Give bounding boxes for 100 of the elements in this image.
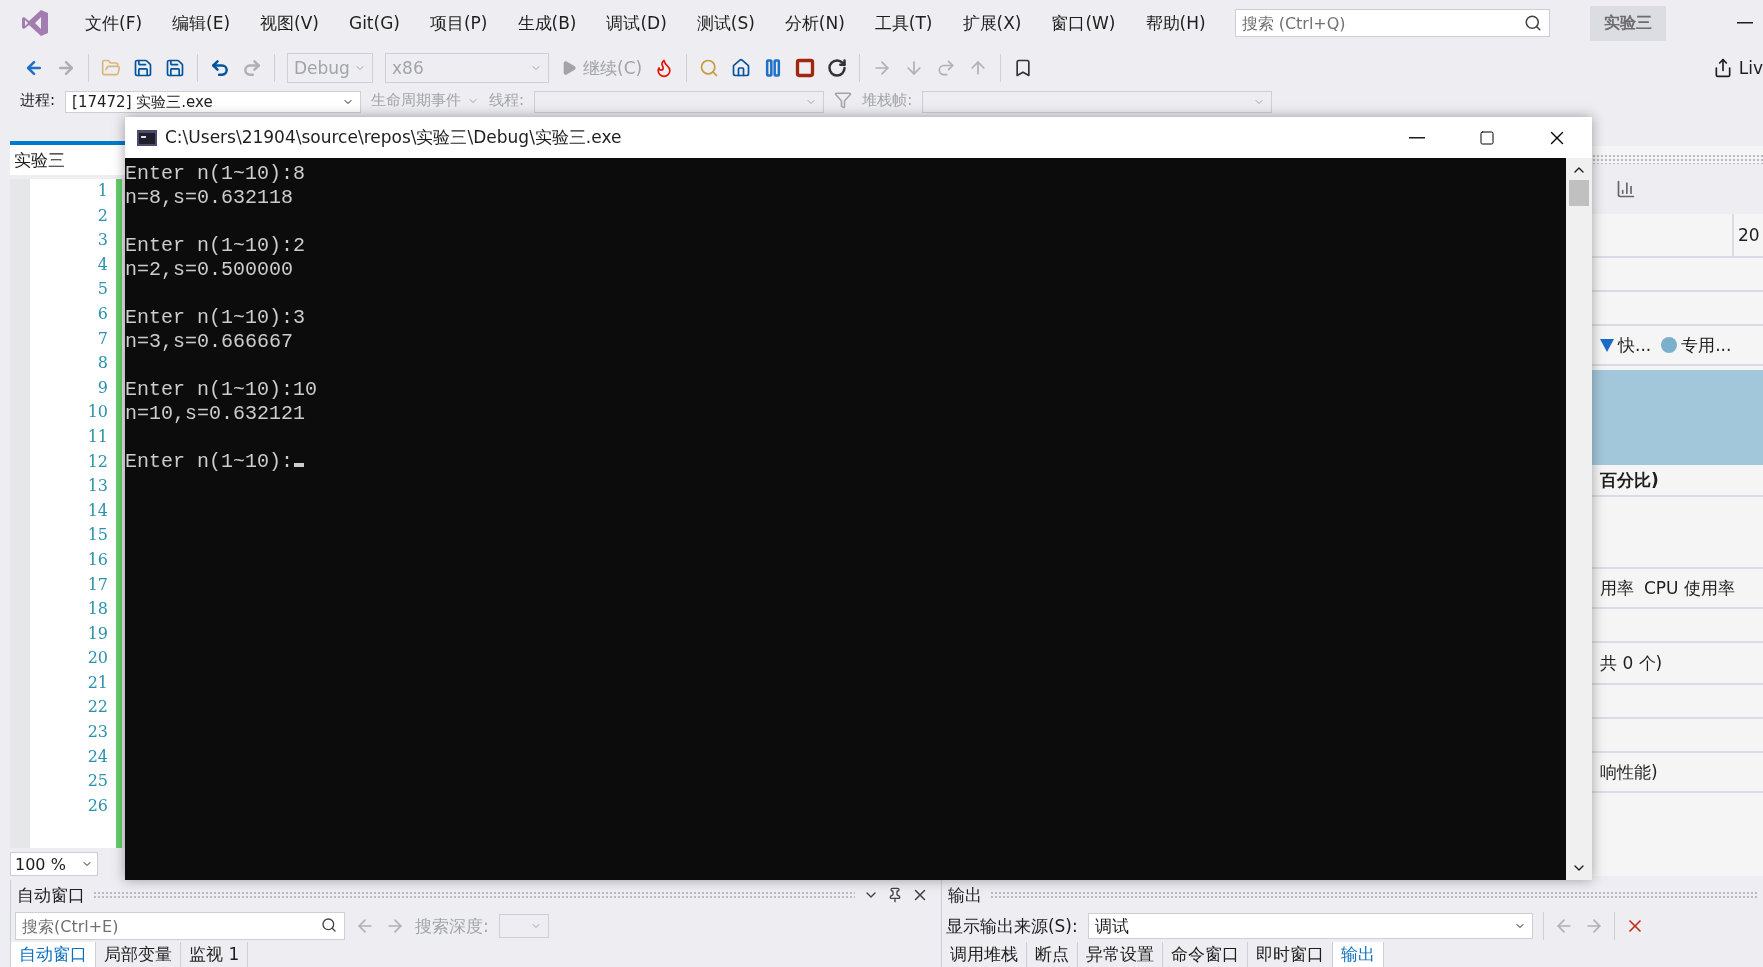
tab[interactable]: 局部变量 <box>96 942 181 967</box>
console-line: Enter n(1~10):3 <box>125 306 306 330</box>
line-number: 26 <box>86 795 109 817</box>
tab[interactable]: 输出 <box>1332 942 1384 967</box>
line-number: 3 <box>96 230 109 252</box>
redo-icon[interactable] <box>242 58 262 78</box>
window-title: C:\Users\21904\source\repos\实验三\Debug\实验三.exe <box>165 126 622 149</box>
scroll-thumb[interactable] <box>1569 180 1589 206</box>
menu-item[interactable]: 扩展(X) <box>947 11 1037 35</box>
legend-label: 专用... <box>1681 333 1732 357</box>
text-cursor <box>294 463 305 467</box>
step-over-icon[interactable] <box>936 58 957 78</box>
line-number: 25 <box>86 771 109 793</box>
column-header: CPU 使用率 <box>1644 576 1735 600</box>
line-number: 13 <box>86 476 109 498</box>
line-number: 10 <box>86 402 109 424</box>
line-number: 7 <box>96 328 109 350</box>
line-number: 4 <box>96 254 109 276</box>
menu-item[interactable]: 帮助(H) <box>1130 11 1221 35</box>
minimize-icon <box>1409 136 1425 139</box>
legend-label: 快... <box>1618 333 1652 357</box>
line-number: 12 <box>86 451 109 473</box>
menu-item[interactable]: 调试(D) <box>591 11 682 35</box>
output-source-dropdown[interactable]: 调试 <box>1087 913 1533 939</box>
share-button[interactable]: Liv <box>1712 58 1763 78</box>
thread-label: 线程: <box>489 91 525 110</box>
minimize-icon[interactable] <box>1737 22 1753 24</box>
menu-item[interactable]: 窗口(W) <box>1036 11 1131 35</box>
note-text: 响性能) <box>1600 760 1658 784</box>
line-number: 14 <box>86 500 109 522</box>
tab[interactable]: 监视 1 <box>181 942 249 967</box>
console-line: Enter n(1~10):10 <box>125 378 318 402</box>
console-line: Enter n(1~10):8 <box>125 162 306 186</box>
menu-item[interactable]: 测试(S) <box>681 11 770 35</box>
solution-name: 实验三 <box>1589 5 1666 41</box>
count-label: 共 0 个) <box>1600 651 1663 675</box>
menu-item[interactable]: 视图(V) <box>245 11 334 35</box>
line-number: 15 <box>86 525 109 547</box>
home-icon[interactable] <box>731 58 752 78</box>
timeline-label: 20 <box>1732 214 1763 256</box>
maximize-icon <box>1479 129 1495 146</box>
menu-item[interactable]: 生成(B) <box>502 11 592 35</box>
line-number: 24 <box>86 746 109 768</box>
search-icon <box>1523 14 1542 32</box>
filter-icon[interactable] <box>834 91 853 109</box>
line-number: 21 <box>86 672 109 694</box>
tab[interactable]: 调用堆栈 <box>941 942 1027 967</box>
console-line: n=3,s=0.666667 <box>125 330 294 354</box>
line-number: 6 <box>96 303 109 325</box>
tab[interactable]: 即时窗口 <box>1247 942 1333 967</box>
line-number: 20 <box>86 648 109 670</box>
process-label: 进程: <box>20 91 56 110</box>
panel-title: 自动窗口 <box>17 883 85 907</box>
tab[interactable]: 自动窗口 <box>11 942 96 967</box>
output-source-label: 显示输出来源(S): <box>945 914 1078 938</box>
search-depth-label: 搜索深度: <box>415 914 489 938</box>
solution-tab[interactable]: 实验三 <box>10 141 125 175</box>
stop-icon[interactable] <box>795 58 816 78</box>
menu-item[interactable]: 文件(F) <box>70 11 158 35</box>
undo-icon[interactable] <box>210 58 230 78</box>
menu-item[interactable]: 项目(P) <box>414 11 503 35</box>
line-number: 11 <box>86 426 109 448</box>
console-line: Enter n(1~10):2 <box>125 234 306 258</box>
console-icon <box>137 129 157 146</box>
restart-icon[interactable] <box>827 58 848 78</box>
panel-title: 输出 <box>947 883 982 907</box>
line-number: 1 <box>96 181 109 202</box>
scrollbar[interactable] <box>1566 158 1592 880</box>
line-number: 5 <box>96 279 109 301</box>
search-icon <box>321 917 337 933</box>
line-number: 8 <box>96 353 109 375</box>
menu-item[interactable]: 分析(N) <box>769 11 860 35</box>
chart-icon[interactable] <box>1616 179 1636 199</box>
search-field[interactable]: 搜索 (Ctrl+Q) <box>1234 9 1550 37</box>
console-line: n=2,s=0.500000 <box>125 258 294 282</box>
search-field[interactable]: 搜索(Ctrl+E) <box>15 912 345 940</box>
console-line: n=8,s=0.632118 <box>125 186 294 210</box>
zoom-dropdown[interactable]: 100 % <box>10 852 98 876</box>
stack-frame-label: 堆栈帧: <box>862 91 913 110</box>
line-number: 18 <box>86 599 109 621</box>
line-number: 23 <box>86 722 109 744</box>
menu-item[interactable]: Git(G) <box>333 13 415 33</box>
line-number: 2 <box>96 205 109 227</box>
save-icon[interactable] <box>133 58 153 78</box>
console-line: n=10,s=0.632121 <box>125 402 306 426</box>
column-header: 用率 <box>1600 576 1634 600</box>
tab[interactable]: 命令窗口 <box>1162 942 1248 967</box>
find-icon[interactable] <box>699 58 720 78</box>
line-number: 17 <box>86 574 109 596</box>
process-dropdown[interactable]: [17472] 实验三.exe <box>65 91 362 113</box>
menu-item[interactable]: 工具(T) <box>859 11 948 35</box>
menu-item[interactable]: 编辑(E) <box>157 11 246 35</box>
tab[interactable]: 异常设置 <box>1077 942 1163 967</box>
chart-heading: 百分比) <box>1600 468 1659 492</box>
tab[interactable]: 断点 <box>1026 942 1078 967</box>
console-line: Enter n(1~10): <box>125 450 305 474</box>
forward-icon[interactable] <box>56 58 76 78</box>
line-number: 16 <box>86 549 109 571</box>
save-all-icon[interactable] <box>165 58 185 78</box>
back-icon[interactable] <box>24 58 44 78</box>
